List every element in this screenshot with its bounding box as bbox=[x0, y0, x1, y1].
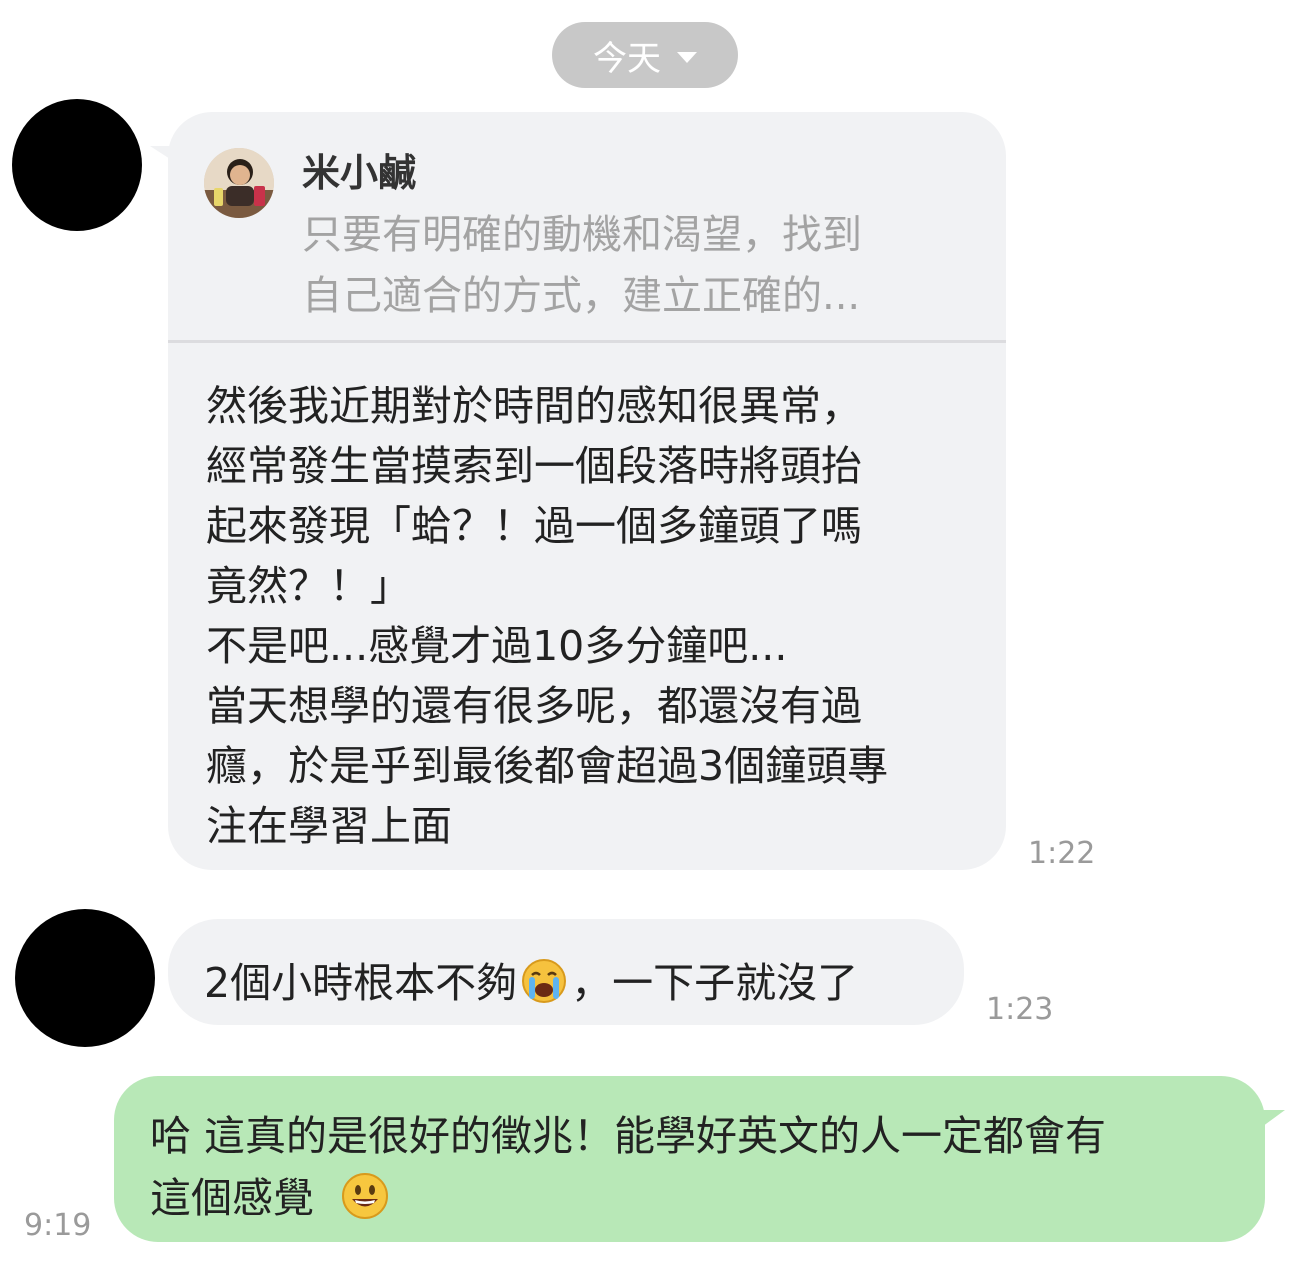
crying-face-icon bbox=[521, 958, 567, 1014]
message-text-line: 注在學習上面 bbox=[206, 802, 452, 850]
reply-preview-line: 自己適合的方式，建立正確的... bbox=[302, 273, 861, 319]
message-timestamp: 9:19 bbox=[24, 1208, 92, 1243]
message-text-part: 這個感覺 bbox=[150, 1174, 314, 1222]
message-bubble-outgoing[interactable]: 哈 這真的是很好的徵兆！能學好英文的人一定都會有 這個感覺 bbox=[114, 1076, 1265, 1242]
message-text-line: 這個感覺 bbox=[150, 1164, 389, 1230]
message-bubble[interactable]: 米小鹹 只要有明確的動機和渴望，找到 自己適合的方式，建立正確的... 然後我近… bbox=[168, 112, 1006, 870]
reply-quote[interactable]: 米小鹹 只要有明確的動機和渴望，找到 自己適合的方式，建立正確的... bbox=[168, 112, 1006, 340]
message-text-part: 2個小時根本不夠 bbox=[204, 959, 518, 1007]
message-text-line: 癮，於是乎到最後都會超過3個鐘頭專 bbox=[206, 742, 889, 790]
message-timestamp: 1:22 bbox=[1028, 836, 1096, 871]
reply-author-avatar bbox=[204, 148, 274, 218]
message-text: 2個小時根本不夠 ，一下子就沒了 bbox=[204, 949, 858, 1014]
message-text-line: 然後我近期對於時間的感知很異常， bbox=[206, 382, 862, 430]
message-text-line: 竟然？！」 bbox=[206, 562, 411, 610]
reply-preview-line: 只要有明確的動機和渴望，找到 bbox=[302, 212, 862, 258]
message-text-line: 經常發生當摸索到一個段落時將頭抬 bbox=[206, 442, 862, 490]
sender-avatar[interactable] bbox=[12, 99, 142, 231]
date-separator-pill[interactable]: 今天 bbox=[552, 22, 738, 88]
message-text-line: 哈 這真的是很好的徵兆！能學好英文的人一定都會有 bbox=[150, 1112, 1107, 1160]
reply-divider bbox=[168, 340, 1006, 343]
message-text-line: 不是吧...感覺才過10多分鐘吧... bbox=[206, 622, 788, 670]
sender-avatar[interactable] bbox=[15, 909, 155, 1047]
message-timestamp: 1:23 bbox=[986, 992, 1054, 1027]
message-bubble[interactable]: 2個小時根本不夠 ，一下子就沒了 bbox=[168, 919, 964, 1025]
message-text-part: ，一下子就沒了 bbox=[571, 959, 859, 1007]
reply-author-name: 米小鹹 bbox=[302, 151, 417, 195]
message-text-line: 當天想學的還有很多呢，都還沒有過 bbox=[206, 682, 862, 730]
date-label: 今天 bbox=[593, 38, 661, 79]
smiling-face-icon bbox=[341, 1172, 389, 1230]
chevron-down-icon bbox=[677, 51, 697, 63]
message-text-line: 起來發現「蛤？！過一個多鐘頭了嗎 bbox=[206, 502, 862, 550]
